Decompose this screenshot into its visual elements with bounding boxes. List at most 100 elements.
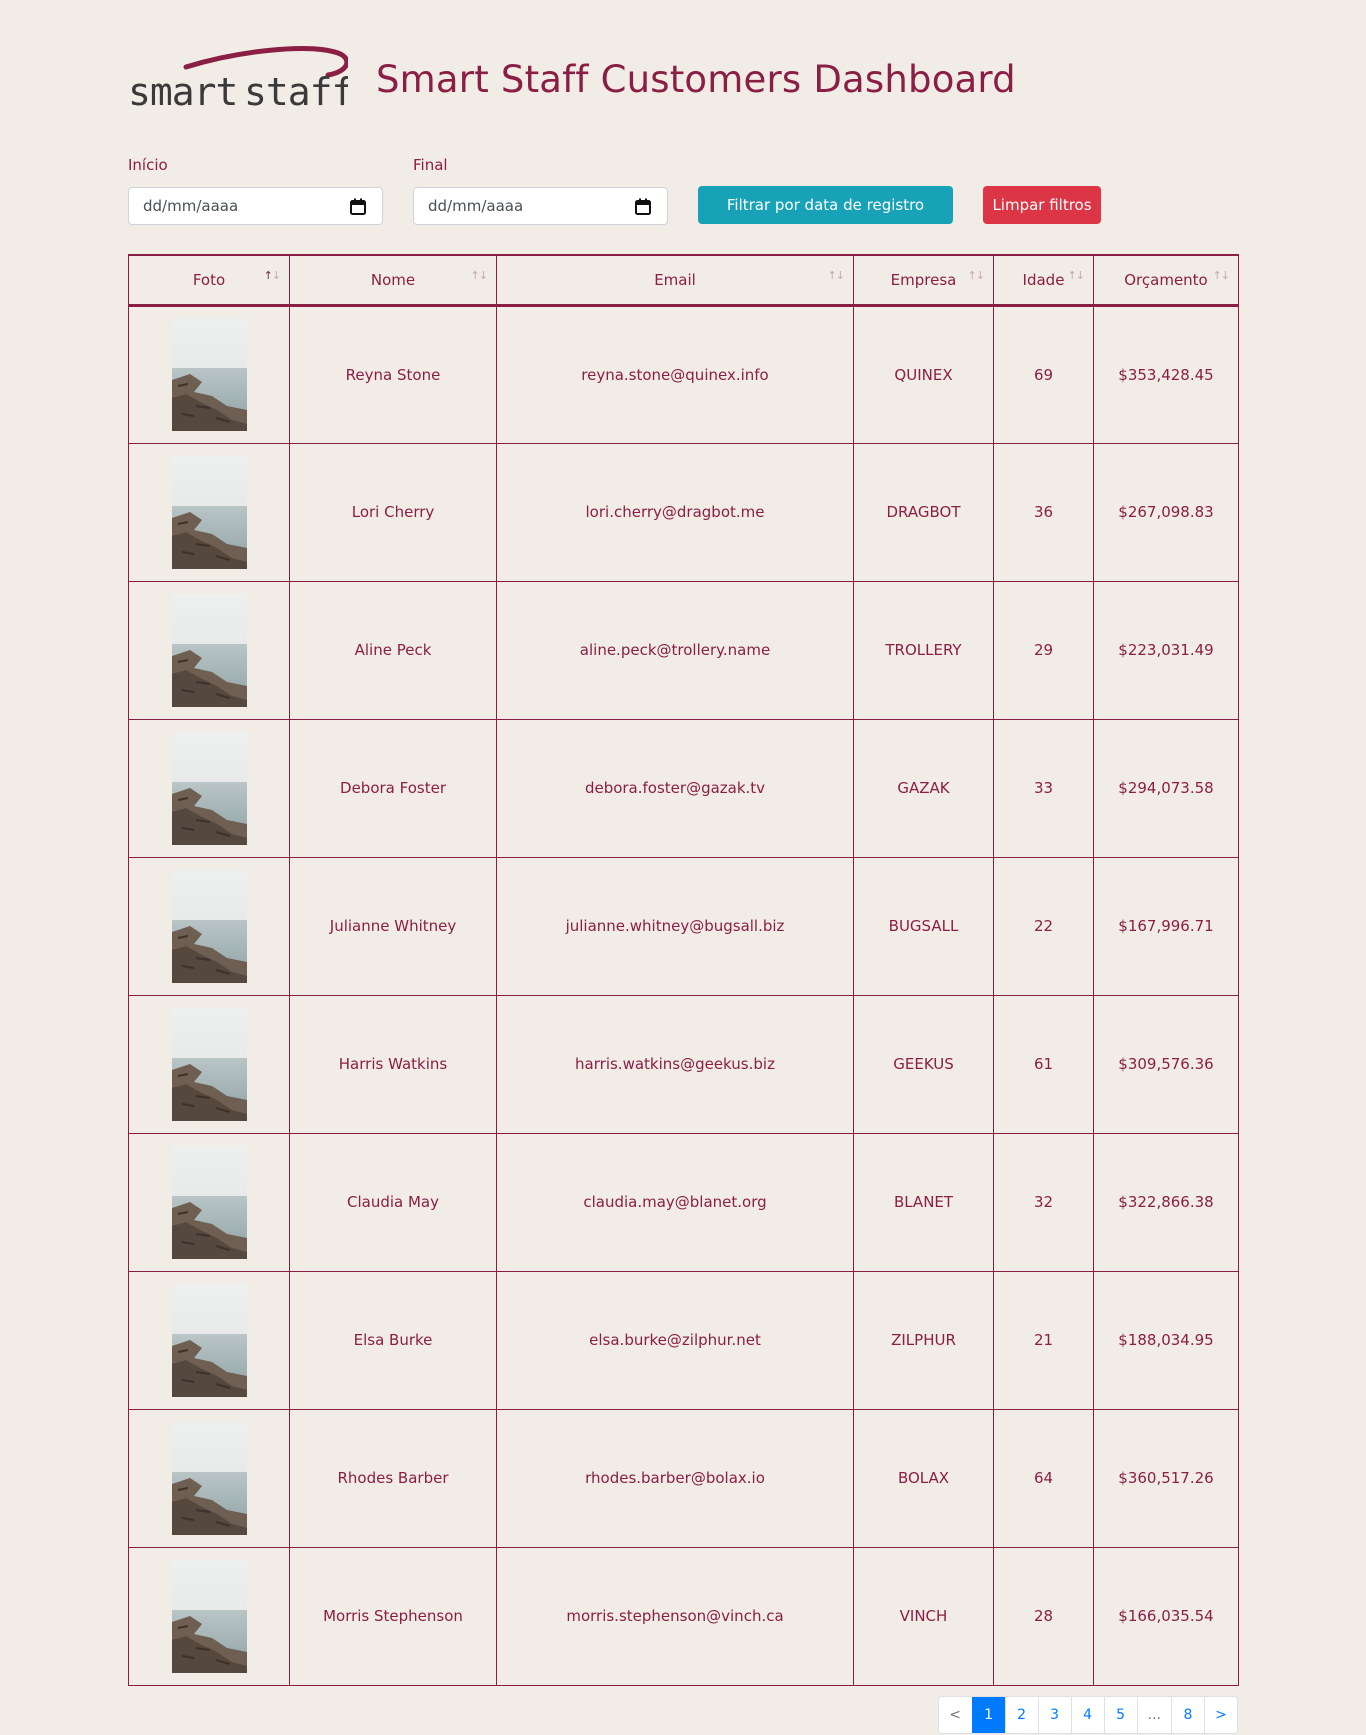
table-row[interactable]: Aline Peck aline.peck@trollery.name TROL… — [128, 580, 1239, 720]
budget-cell: $309,576.36 — [1093, 994, 1239, 1134]
age-cell: 28 — [993, 1546, 1094, 1686]
age-cell: 21 — [993, 1270, 1094, 1410]
sort-icon[interactable]: ↑↓ — [828, 269, 845, 282]
sort-icon[interactable]: ↑↓ — [264, 269, 281, 282]
name-cell: Claudia May — [289, 1132, 497, 1272]
start-date-field: Início dd/mm/aaaa — [128, 156, 383, 225]
sort-icon[interactable]: ↑↓ — [1068, 269, 1085, 282]
customer-photo — [171, 318, 247, 431]
table-row[interactable]: Elsa Burke elsa.burke@zilphur.net ZILPHU… — [128, 1270, 1239, 1410]
page-5-button[interactable]: 5 — [1103, 1697, 1137, 1733]
company-cell: TROLLERY — [853, 580, 994, 720]
budget-cell: $353,428.45 — [1093, 304, 1239, 444]
photo-cell — [128, 718, 290, 858]
smartstaff-logo: smart staff — [128, 46, 348, 113]
column-header-label: Foto — [192, 270, 226, 289]
company-cell: GAZAK — [853, 718, 994, 858]
customer-photo — [171, 731, 247, 845]
company-cell: ZILPHUR — [853, 1270, 994, 1410]
page-4-button[interactable]: 4 — [1070, 1697, 1104, 1733]
table-row[interactable]: Lori Cherry lori.cherry@dragbot.me DRAGB… — [128, 442, 1239, 582]
column-header-orcamento[interactable]: Orçamento ↑↓ — [1093, 254, 1239, 307]
budget-cell: $167,996.71 — [1093, 856, 1239, 996]
email-cell: elsa.burke@zilphur.net — [496, 1270, 854, 1410]
column-header-label: Idade — [1022, 270, 1065, 289]
budget-cell: $166,035.54 — [1093, 1546, 1239, 1686]
page-1-button[interactable]: 1 — [971, 1697, 1005, 1733]
page-2-button[interactable]: 2 — [1004, 1697, 1038, 1733]
company-cell: BLANET — [853, 1132, 994, 1272]
page-3-button[interactable]: 3 — [1037, 1697, 1071, 1733]
table-row[interactable]: Rhodes Barber rhodes.barber@bolax.io BOL… — [128, 1408, 1239, 1548]
budget-cell: $294,073.58 — [1093, 718, 1239, 858]
email-cell: morris.stephenson@vinch.ca — [496, 1546, 854, 1686]
table-header-row: Foto ↑↓ Nome ↑↓ Email ↑↓ Empresa ↑↓ Idade ↑↓ … — [128, 254, 1239, 307]
column-header-label: Email — [654, 270, 696, 289]
photo-cell — [128, 580, 290, 720]
customer-photo — [171, 593, 247, 707]
name-cell: Aline Peck — [289, 580, 497, 720]
end-date-label: Final — [413, 156, 448, 174]
email-cell: julianne.whitney@bugsall.biz — [496, 856, 854, 996]
photo-cell — [128, 856, 290, 996]
column-header-foto[interactable]: Foto ↑↓ — [128, 254, 290, 307]
column-header-label: Nome — [370, 270, 416, 289]
name-cell: Debora Foster — [289, 718, 497, 858]
customer-photo — [171, 1283, 247, 1397]
page-title: Smart Staff Customers Dashboard — [376, 57, 1016, 101]
table-body: Reyna Stone reyna.stone@quinex.info QUIN… — [128, 304, 1239, 1686]
photo-cell — [128, 1408, 290, 1548]
name-cell: Rhodes Barber — [289, 1408, 497, 1548]
photo-cell — [128, 994, 290, 1134]
table-row[interactable]: Debora Foster debora.foster@gazak.tv GAZ… — [128, 718, 1239, 858]
budget-cell: $267,098.83 — [1093, 442, 1239, 582]
calendar-icon[interactable] — [350, 198, 366, 215]
table-row[interactable]: Harris Watkins harris.watkins@geekus.biz… — [128, 994, 1239, 1134]
budget-cell: $188,034.95 — [1093, 1270, 1239, 1410]
age-cell: 22 — [993, 856, 1094, 996]
sort-icon[interactable]: ↑↓ — [471, 269, 488, 282]
company-cell: DRAGBOT — [853, 442, 994, 582]
start-date-placeholder: dd/mm/aaaa — [143, 197, 239, 215]
age-cell: 32 — [993, 1132, 1094, 1272]
table-row[interactable]: Reyna Stone reyna.stone@quinex.info QUIN… — [128, 304, 1239, 444]
column-header-email[interactable]: Email ↑↓ — [496, 254, 854, 307]
calendar-icon[interactable] — [635, 198, 651, 215]
customer-photo — [171, 1007, 247, 1121]
email-cell: rhodes.barber@bolax.io — [496, 1408, 854, 1548]
start-date-label: Início — [128, 156, 168, 174]
column-header-empresa[interactable]: Empresa ↑↓ — [853, 254, 994, 307]
next-page-button[interactable]: > — [1204, 1697, 1237, 1733]
table-row[interactable]: Morris Stephenson morris.stephenson@vinc… — [128, 1546, 1239, 1686]
clear-filters-button[interactable]: Limpar filtros — [983, 186, 1101, 224]
prev-page-button[interactable]: < — [938, 1697, 972, 1733]
name-cell: Harris Watkins — [289, 994, 497, 1134]
budget-cell: $223,031.49 — [1093, 580, 1239, 720]
page-8-button[interactable]: 8 — [1171, 1697, 1204, 1733]
filter-by-date-button[interactable]: Filtrar por data de registro — [698, 186, 953, 224]
customer-photo — [171, 1559, 247, 1673]
column-header-nome[interactable]: Nome ↑↓ — [289, 254, 497, 307]
svg-text:smart: smart — [128, 70, 237, 113]
date-filters: Início dd/mm/aaaa Final dd/mm/aaaa Filtr… — [128, 156, 1238, 226]
sort-icon[interactable]: ↑↓ — [968, 269, 985, 282]
photo-cell — [128, 304, 290, 444]
budget-cell: $360,517.26 — [1093, 1408, 1239, 1548]
name-cell: Morris Stephenson — [289, 1546, 497, 1686]
column-header-idade[interactable]: Idade ↑↓ — [993, 254, 1094, 307]
email-cell: debora.foster@gazak.tv — [496, 718, 854, 858]
sort-icon[interactable]: ↑↓ — [1213, 269, 1230, 282]
column-header-label: Empresa — [890, 270, 957, 289]
table-row[interactable]: Julianne Whitney julianne.whitney@bugsal… — [128, 856, 1239, 996]
end-date-input[interactable]: dd/mm/aaaa — [413, 187, 668, 225]
email-cell: aline.peck@trollery.name — [496, 580, 854, 720]
company-cell: BOLAX — [853, 1408, 994, 1548]
pagination: < 1 2 3 4 5 ... 8 > — [937, 1696, 1238, 1734]
column-header-label: Orçamento — [1124, 270, 1208, 289]
end-date-field: Final dd/mm/aaaa — [413, 156, 668, 225]
start-date-input[interactable]: dd/mm/aaaa — [128, 187, 383, 225]
budget-cell: $322,866.38 — [1093, 1132, 1239, 1272]
customer-photo — [171, 1145, 247, 1259]
company-cell: VINCH — [853, 1546, 994, 1686]
table-row[interactable]: Claudia May claudia.may@blanet.org BLANE… — [128, 1132, 1239, 1272]
